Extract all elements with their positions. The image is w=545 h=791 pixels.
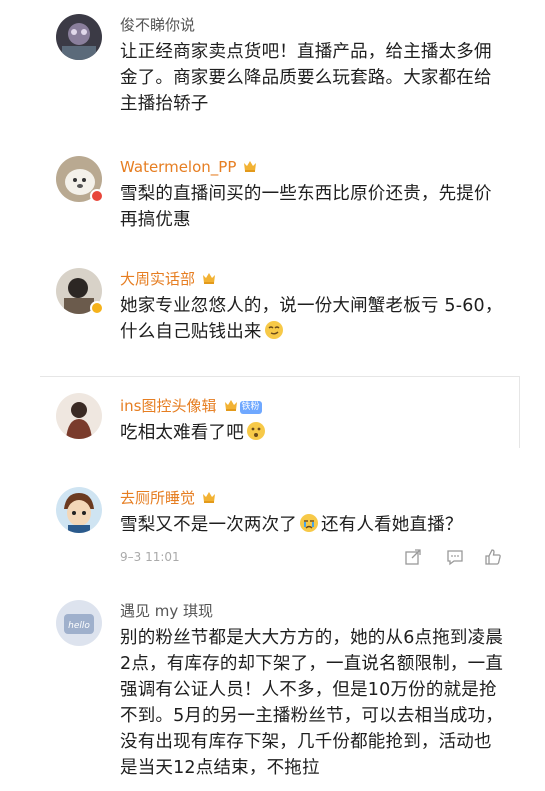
fan-tag: 铁粉 bbox=[239, 401, 262, 414]
comment-text: 她家专业忽悠人的，说一份大闸蟹老板亏 5-60，什么自己贴钱出来 bbox=[120, 293, 505, 345]
username-label: Watermelon_PP bbox=[120, 158, 237, 176]
comment-text-after: 还有人看她直播？ bbox=[321, 515, 463, 535]
comment-text: 让正经商家卖点货吧！直播产品，给主播太多佣金了。商家要么降品质要么玩套路。大家都… bbox=[120, 42, 492, 114]
crying-emoji-icon bbox=[300, 514, 318, 532]
comment-text: 吃相太难看了吧 bbox=[120, 420, 505, 446]
username-label: 大周实话部 bbox=[120, 270, 196, 288]
svg-text:hello: hello bbox=[68, 621, 90, 631]
verified-badge-icon bbox=[90, 189, 104, 203]
avatar[interactable] bbox=[56, 14, 102, 60]
username-label: ins图控头像辑 bbox=[120, 397, 217, 415]
verified-badge-icon bbox=[90, 301, 104, 315]
comment-text: 别的粉丝节都是大大方方的，她的从6点拖到凌晨2点，有库存的却下架了，一直说名额限… bbox=[120, 628, 504, 778]
fan-medal-icon bbox=[244, 161, 257, 172]
comment-text-before: 雪梨又不是一次两次了 bbox=[120, 515, 297, 535]
username[interactable]: ins图控头像辑 铁粉 bbox=[120, 396, 262, 416]
username[interactable]: 大周实话部 bbox=[120, 269, 217, 289]
like-icon[interactable] bbox=[484, 548, 502, 566]
timestamp: 9–3 11:01 bbox=[120, 550, 180, 564]
comment-text: 雪梨又不是一次两次了 还有人看她直播？ bbox=[120, 512, 505, 538]
avatar[interactable] bbox=[56, 487, 102, 533]
fan-medal-icon bbox=[203, 273, 216, 284]
avatar[interactable]: hello bbox=[56, 600, 102, 646]
username-label: 去厕所睡觉 bbox=[120, 489, 196, 507]
username[interactable]: 去厕所睡觉 bbox=[120, 488, 217, 508]
fan-medal-icon bbox=[224, 400, 237, 411]
fan-medal-icon bbox=[203, 492, 216, 503]
confused-emoji-icon bbox=[246, 422, 265, 440]
username[interactable]: 俊不睇你说 bbox=[120, 15, 195, 35]
comment-text: 雪梨的直播间买的一些东西比原价还贵，先提价再搞优惠 bbox=[120, 184, 492, 230]
comment-meta: 9–3 11:01 bbox=[120, 548, 510, 568]
username[interactable]: 遇见 my 琪现 bbox=[120, 601, 213, 621]
comment-text-body: 她家专业忽悠人的，说一份大闸蟹老板亏 5-60，什么自己贴钱出来 bbox=[120, 296, 503, 342]
username[interactable]: Watermelon_PP bbox=[120, 157, 258, 177]
share-icon[interactable] bbox=[404, 548, 422, 566]
comment-text-body: 吃相太难看了吧 bbox=[120, 423, 244, 443]
avatar[interactable] bbox=[56, 393, 102, 439]
smirk-emoji-icon bbox=[264, 321, 283, 339]
comment-icon[interactable] bbox=[446, 548, 464, 566]
